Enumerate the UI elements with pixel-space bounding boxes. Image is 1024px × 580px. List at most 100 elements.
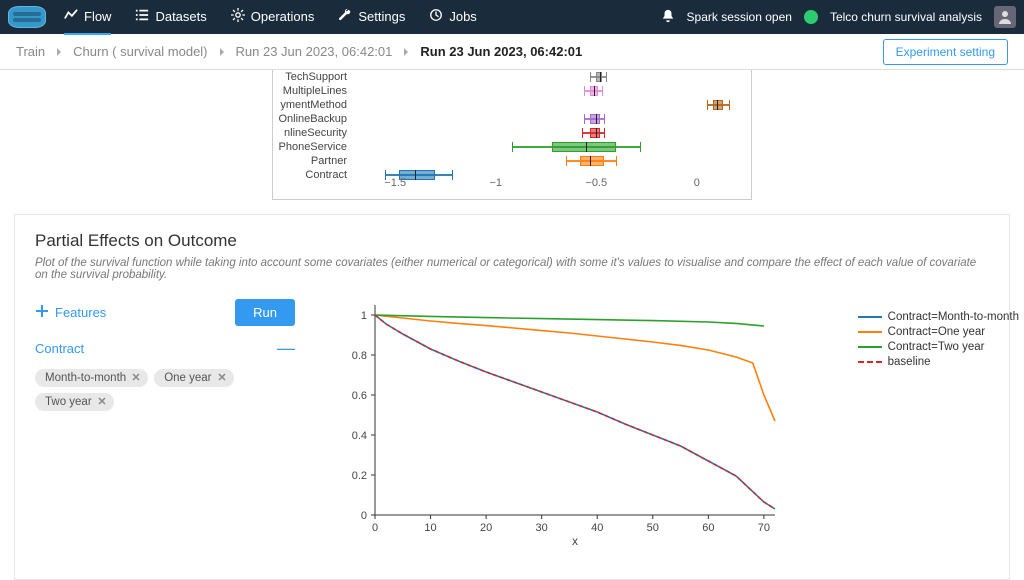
- feature-importance-chart[interactable]: −1.5−1−0.50 TechSupportMultipleLinesymen…: [272, 70, 752, 200]
- add-features-label: Features: [55, 305, 106, 320]
- legend-item[interactable]: Contract=One year: [858, 326, 1019, 338]
- svg-text:1: 1: [361, 310, 367, 322]
- card-description: Plot of the survival function while taki…: [35, 257, 989, 281]
- nav-flow[interactable]: Flow: [64, 0, 111, 35]
- boxplot-row: nlineSecurity: [273, 126, 751, 140]
- chip-label: One year: [164, 372, 211, 384]
- boxplot-label: TechSupport: [273, 71, 351, 83]
- boxplot-row: MultipleLines: [273, 84, 751, 98]
- boxplot-row: Contract: [273, 168, 751, 182]
- chip[interactable]: One year: [154, 369, 233, 387]
- legend-item[interactable]: Contract=Month-to-month: [858, 311, 1019, 323]
- legend-swatch-icon: [858, 331, 882, 333]
- nav-settings[interactable]: Settings: [338, 0, 405, 35]
- breadcrumb-item[interactable]: Run 23 Jun 2023, 06:42:01: [236, 44, 393, 59]
- chip-label: Two year: [45, 396, 92, 408]
- nav-jobs[interactable]: Jobs: [429, 0, 476, 35]
- run-button[interactable]: Run: [235, 299, 295, 326]
- svg-text:0: 0: [361, 510, 367, 522]
- chip-remove-icon[interactable]: [218, 372, 226, 384]
- breadcrumb-bar: Train Churn ( survival model) Run 23 Jun…: [0, 34, 1024, 70]
- nav-items: Flow Datasets Operations Settings Jobs: [64, 0, 661, 35]
- bell-icon[interactable]: [661, 9, 675, 26]
- boxplot-label: PhoneService: [273, 141, 351, 153]
- gear-icon: [231, 8, 245, 25]
- breadcrumb-item[interactable]: Churn ( survival model): [73, 44, 207, 59]
- chip-remove-icon[interactable]: [132, 372, 140, 384]
- legend-label: Contract=Month-to-month: [888, 311, 1019, 323]
- collapse-feature-button[interactable]: —: [277, 338, 295, 359]
- wrench-icon: [338, 8, 352, 25]
- legend-item[interactable]: baseline: [858, 356, 1019, 368]
- nav-label: Jobs: [449, 9, 476, 24]
- avatar[interactable]: [994, 6, 1016, 28]
- nav-label: Operations: [251, 9, 315, 24]
- legend-swatch-icon: [858, 316, 882, 318]
- svg-text:0.6: 0.6: [352, 390, 367, 402]
- legend-label: Contract=One year: [888, 326, 985, 338]
- nav-right: Spark session open Telco churn survival …: [661, 6, 1016, 28]
- chips-container: Month-to-month One year Two year: [35, 369, 295, 411]
- top-nav: Flow Datasets Operations Settings Jobs S…: [0, 0, 1024, 34]
- nav-label: Datasets: [155, 9, 206, 24]
- legend-swatch-icon: [858, 346, 882, 348]
- boxplot-label: OnlineBackup: [273, 113, 351, 125]
- legend: Contract=Month-to-month Contract=One year…: [858, 311, 1019, 371]
- logo[interactable]: [8, 6, 46, 28]
- experiment-setting-button[interactable]: Experiment setting: [883, 39, 1008, 65]
- svg-text:30: 30: [536, 522, 548, 534]
- nav-datasets[interactable]: Datasets: [135, 0, 206, 35]
- feature-importance-chart-wrap: −1.5−1−0.50 TechSupportMultipleLinesymen…: [0, 70, 1024, 200]
- boxplot-row: ymentMethod: [273, 98, 751, 112]
- svg-text:20: 20: [480, 522, 492, 534]
- card-title: Partial Effects on Outcome: [35, 231, 989, 251]
- chip[interactable]: Two year: [35, 393, 114, 411]
- session-label: Spark session open: [687, 10, 792, 24]
- chevron-right-icon: [402, 44, 410, 59]
- svg-text:60: 60: [702, 522, 714, 534]
- chevron-right-icon: [55, 44, 63, 59]
- boxplot-label: Partner: [273, 155, 351, 167]
- nav-label: Settings: [358, 9, 405, 24]
- svg-text:50: 50: [647, 522, 659, 534]
- status-dot-icon: [804, 10, 818, 24]
- legend-label: Contract=Two year: [888, 341, 985, 353]
- nav-operations[interactable]: Operations: [231, 0, 315, 35]
- chip[interactable]: Month-to-month: [35, 369, 148, 387]
- svg-text:10: 10: [424, 522, 436, 534]
- boxplot-label: Contract: [273, 169, 351, 181]
- svg-text:40: 40: [591, 522, 603, 534]
- plus-icon: [35, 304, 49, 321]
- add-features-button[interactable]: Features: [35, 304, 106, 321]
- svg-text:70: 70: [758, 522, 770, 534]
- controls-panel: Features Run Contract — Month-to-month On…: [35, 299, 295, 559]
- boxplot-row: OnlineBackup: [273, 112, 751, 126]
- boxplot-label: nlineSecurity: [273, 127, 351, 139]
- boxplot-row: Partner: [273, 154, 751, 168]
- breadcrumb-item[interactable]: Train: [16, 44, 45, 59]
- nav-label: Flow: [84, 9, 111, 24]
- breadcrumb-current: Run 23 Jun 2023, 06:42:01: [420, 44, 582, 59]
- flow-icon: [64, 8, 78, 25]
- jobs-icon: [429, 8, 443, 25]
- content: −1.5−1−0.50 TechSupportMultipleLinesymen…: [0, 70, 1024, 580]
- partial-effects-card: Partial Effects on Outcome Plot of the s…: [14, 214, 1010, 580]
- boxplot-label: ymentMethod: [273, 99, 351, 111]
- legend-swatch-icon: [858, 361, 882, 363]
- project-label[interactable]: Telco churn survival analysis: [830, 10, 982, 24]
- feature-name: Contract: [35, 341, 84, 356]
- chip-remove-icon[interactable]: [98, 396, 106, 408]
- survival-line-chart[interactable]: 00.20.40.60.81010203040506070x Contract=…: [335, 299, 989, 559]
- svg-text:0: 0: [372, 522, 378, 534]
- legend-label: baseline: [888, 356, 931, 368]
- breadcrumb: Train Churn ( survival model) Run 23 Jun…: [16, 44, 883, 59]
- svg-text:0.2: 0.2: [352, 470, 367, 482]
- chip-label: Month-to-month: [45, 372, 126, 384]
- svg-text:0.4: 0.4: [352, 430, 367, 442]
- feature-header[interactable]: Contract —: [35, 338, 295, 359]
- card-body: Features Run Contract — Month-to-month On…: [35, 299, 989, 559]
- legend-item[interactable]: Contract=Two year: [858, 341, 1019, 353]
- svg-text:x: x: [572, 534, 578, 548]
- svg-text:0.8: 0.8: [352, 350, 367, 362]
- boxplot-row: TechSupport: [273, 70, 751, 84]
